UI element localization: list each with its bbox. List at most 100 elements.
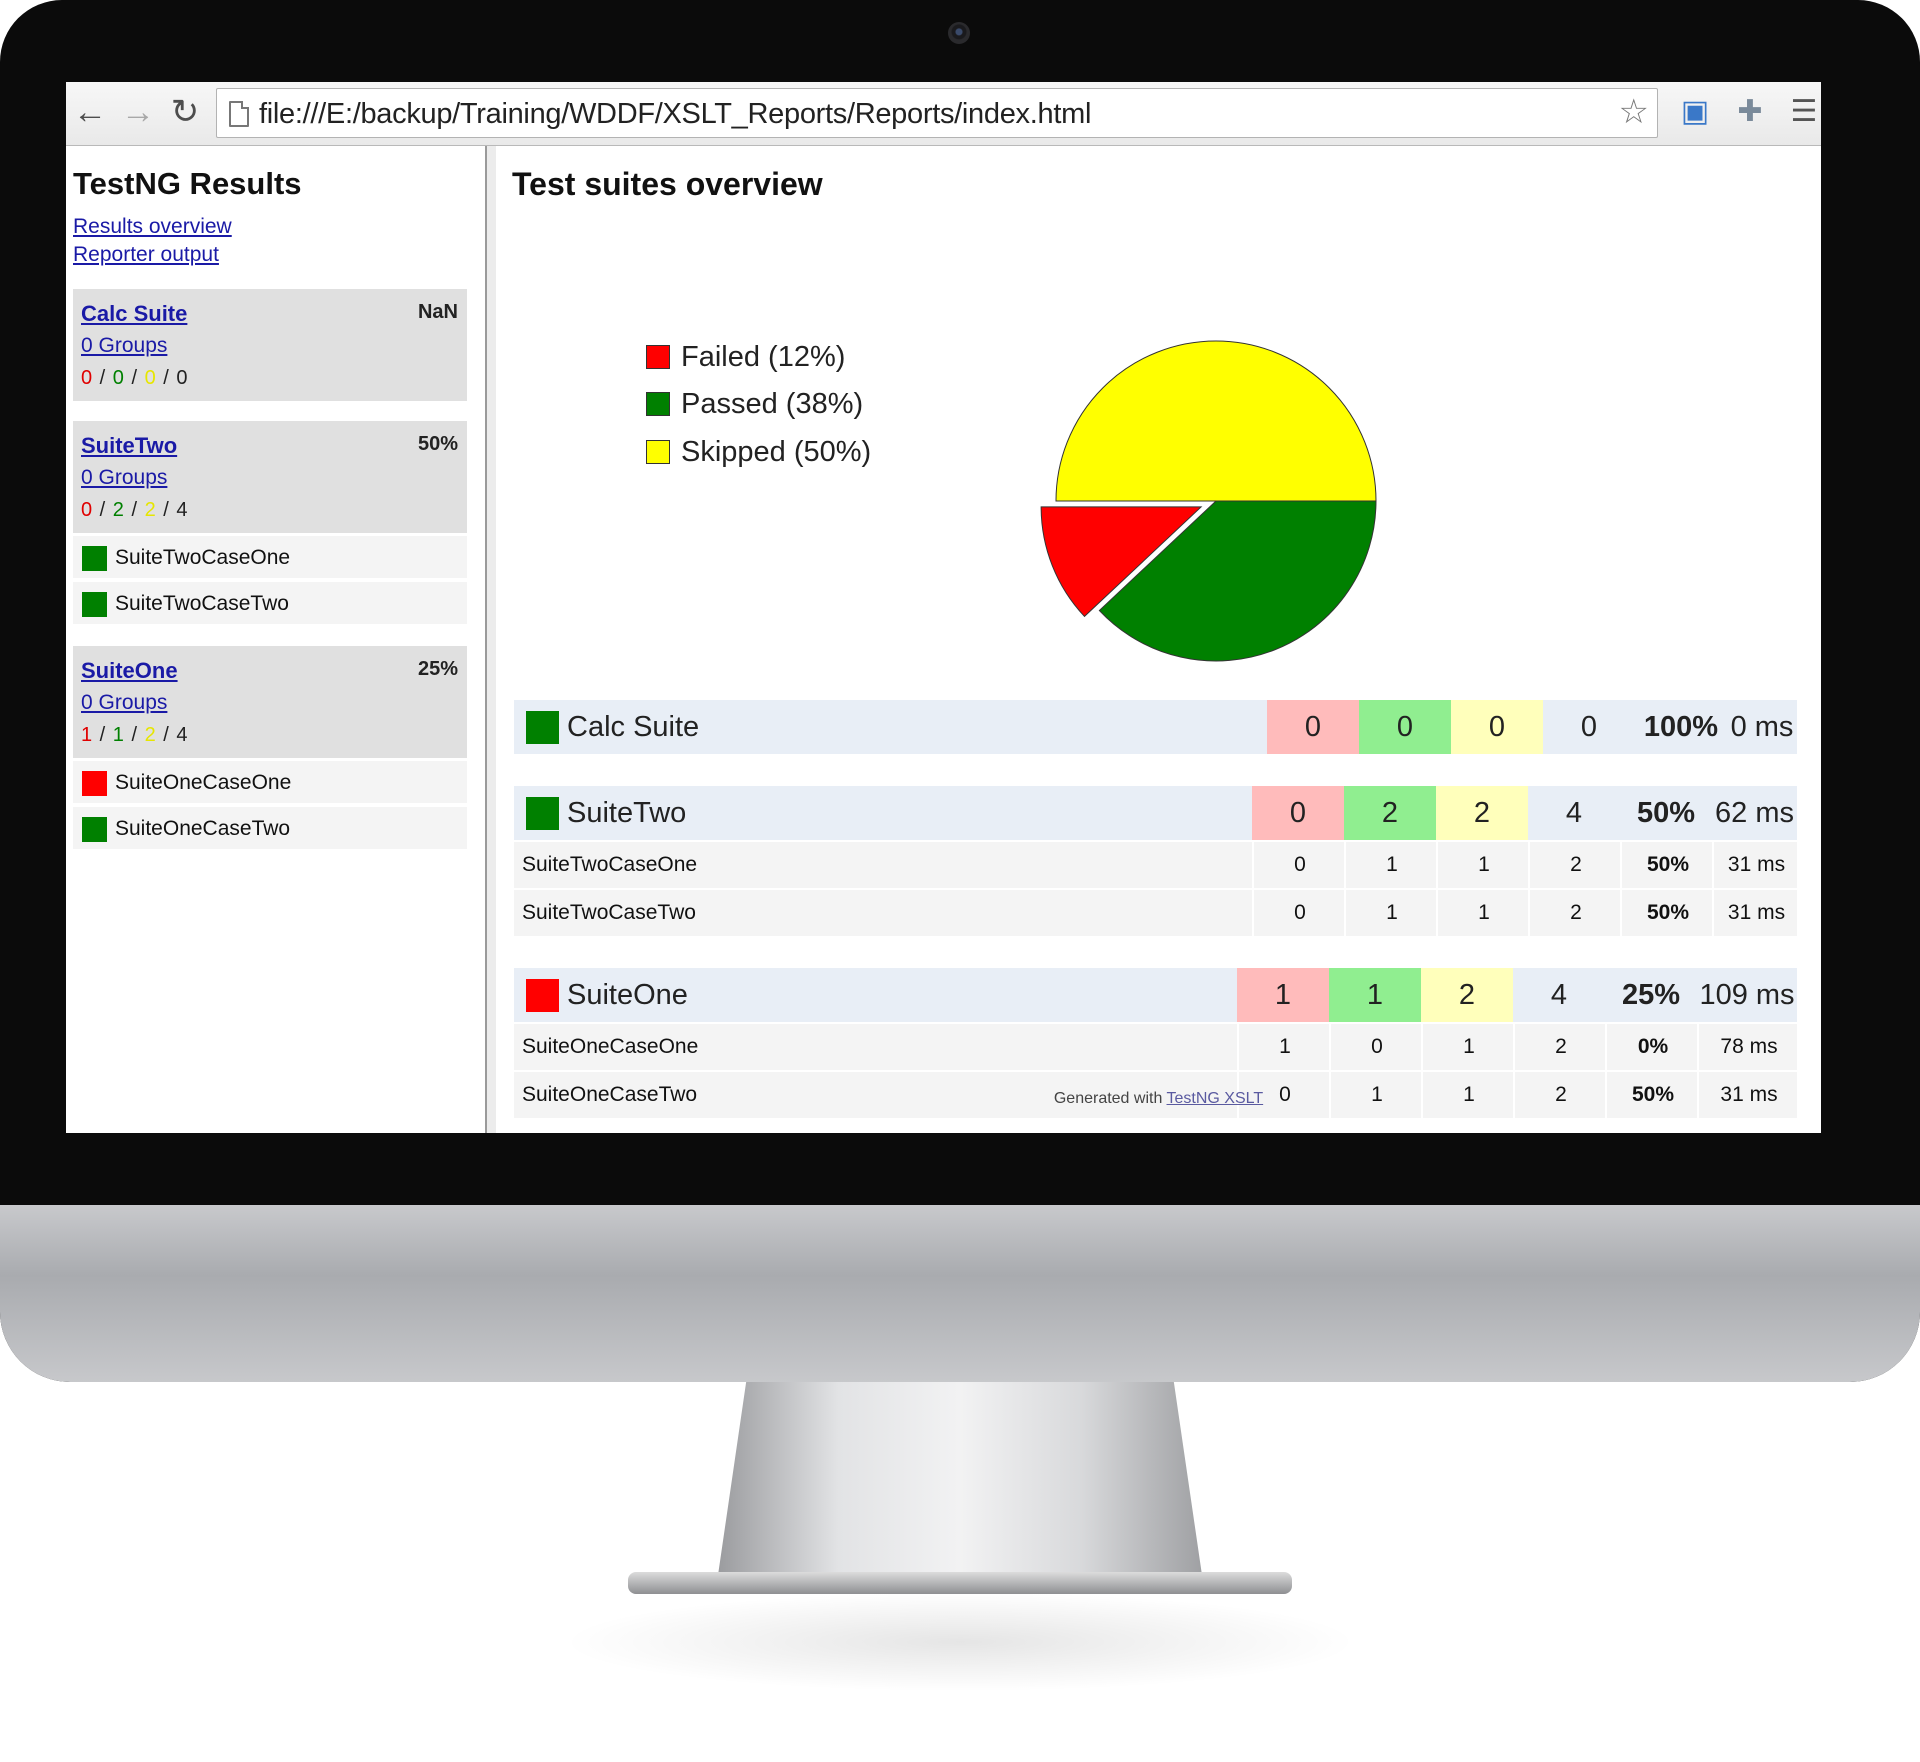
failed-cell: 1 — [1237, 968, 1329, 1022]
skipped-count: 0 — [144, 367, 157, 389]
percent-cell: 50% — [1620, 890, 1714, 936]
reporter-output-link[interactable]: Reporter output — [73, 243, 219, 267]
total-cell: 2 — [1528, 890, 1622, 936]
monitor-chin — [0, 1205, 1920, 1382]
monitor-bezel: ← → ↻ file:///E:/backup/Training/WDDF/XS… — [0, 0, 1920, 1382]
sidebar-case-row[interactable]: SuiteOneCaseOne — [73, 761, 467, 803]
sidebar-case-row[interactable]: SuiteOneCaseTwo — [73, 807, 467, 849]
percent-cell: 50% — [1636, 796, 1696, 829]
sidebar-suite-two: SuiteTwo 50% 0 Groups 0 / 2 / 2 / 4 — [73, 421, 467, 533]
suite-label: Calc Suite — [526, 700, 699, 754]
groups-link[interactable]: 0 Groups — [81, 691, 167, 715]
table-suite-row[interactable]: Calc Suite 0 0 0 0 100% 0 ms — [514, 700, 1797, 754]
sidebar-title: TestNG Results — [73, 166, 302, 201]
skipped-count: 2 — [144, 724, 157, 746]
passed-status-icon — [82, 592, 107, 617]
suite-percent: 50% — [417, 433, 458, 455]
total-count: 4 — [176, 499, 189, 521]
groups-link[interactable]: 0 Groups — [81, 334, 167, 358]
suite-name: SuiteOne — [567, 978, 688, 1011]
case-name: SuiteTwoCaseOne — [115, 546, 291, 569]
suite-counts: 0 / 0 / 0 / 0 — [81, 367, 189, 389]
failed-count: 0 — [81, 499, 94, 521]
time-cell: 31 ms — [1712, 890, 1799, 936]
failed-count: 0 — [81, 367, 94, 389]
legend-label: Skipped (50%) — [681, 436, 872, 468]
table-case-row[interactable]: SuiteOneCaseOne 1 0 1 2 0% 78 ms — [514, 1024, 1797, 1070]
skipped-cell: 0 — [1451, 700, 1543, 754]
failed-cell: 0 — [1252, 786, 1344, 840]
page-title: Test suites overview — [512, 166, 823, 202]
time-cell: 0 ms — [1730, 710, 1794, 743]
failed-status-icon — [526, 978, 559, 1012]
groups-link[interactable]: 0 Groups — [81, 466, 167, 490]
legend-swatch — [646, 440, 670, 464]
monitor-stand — [717, 1382, 1203, 1582]
passed-cell: 0 — [1329, 1024, 1423, 1070]
total-cell: 4 — [1528, 786, 1620, 840]
suite-name: SuiteTwo — [567, 796, 687, 829]
total-cell: 4 — [1513, 968, 1605, 1022]
bookmark-star-icon[interactable]: ☆ — [1619, 93, 1649, 131]
extension-window-icon[interactable]: ▣ — [1675, 92, 1715, 132]
suite-percent: 25% — [417, 658, 458, 680]
main-panel: Test suites overview Failed (12%) Passed… — [496, 146, 1821, 1133]
sidebar-case-row[interactable]: SuiteTwoCaseOne — [73, 536, 467, 578]
time-cell: 78 ms — [1697, 1024, 1799, 1070]
passed-status-icon — [82, 546, 107, 571]
passed-cell: 1 — [1344, 890, 1438, 936]
sidebar-case-row[interactable]: SuiteTwoCaseTwo — [73, 582, 467, 624]
menu-icon[interactable]: ☰ — [1784, 92, 1821, 132]
suite-name: Calc Suite — [567, 710, 700, 743]
address-bar[interactable]: file:///E:/backup/Training/WDDF/XSLT_Rep… — [216, 88, 1658, 138]
failed-cell: 0 — [1252, 890, 1346, 936]
legend-swatch — [646, 392, 670, 416]
table-suite-row[interactable]: SuiteOne 1 1 2 4 25% 109 ms — [514, 968, 1797, 1022]
sidebar-suite-calc: Calc Suite NaN 0 Groups 0 / 0 / 0 / 0 — [73, 289, 467, 401]
skipped-cell: 1 — [1421, 1024, 1515, 1070]
extension-puzzle-icon[interactable]: ✚ — [1730, 92, 1770, 132]
passed-cell: 1 — [1344, 842, 1438, 888]
suite-percent: NaN — [417, 301, 458, 323]
footer: Generated with TestNG XSLT — [496, 1090, 1821, 1108]
testng-xslt-link[interactable]: TestNG XSLT — [1167, 1090, 1264, 1107]
percent-cell: 50% — [1620, 842, 1714, 888]
time-cell: 109 ms — [1699, 978, 1795, 1011]
total-cell: 0 — [1543, 700, 1635, 754]
suite-counts: 1 / 1 / 2 / 4 — [81, 724, 189, 746]
results-overview-link[interactable]: Results overview — [73, 215, 232, 239]
skipped-cell: 1 — [1436, 842, 1530, 888]
back-arrow-icon[interactable]: ← — [70, 92, 110, 132]
passed-count: 0 — [112, 367, 125, 389]
table-suite-row[interactable]: SuiteTwo 0 2 2 4 50% 62 ms — [514, 786, 1797, 840]
suite-link[interactable]: SuiteOne — [81, 658, 178, 684]
passed-cell: 0 — [1359, 700, 1451, 754]
suite-label: SuiteTwo — [526, 786, 686, 840]
time-cell: 62 ms — [1715, 796, 1794, 829]
footer-text: Generated with — [1053, 1090, 1163, 1107]
table-case-row[interactable]: SuiteTwoCaseOne 0 1 1 2 50% 31 ms — [514, 842, 1797, 888]
failed-cell: 0 — [1267, 700, 1359, 754]
total-count: 4 — [176, 724, 189, 746]
passed-cell: 2 — [1344, 786, 1436, 840]
percent-cell: 25% — [1621, 978, 1681, 1011]
reload-icon[interactable]: ↻ — [165, 92, 205, 132]
sidebar-suite-one: SuiteOne 25% 0 Groups 1 / 1 / 2 / 4 — [73, 646, 467, 758]
suite-link[interactable]: SuiteTwo — [81, 433, 177, 459]
case-name: SuiteTwoCaseOne — [522, 853, 698, 876]
total-count: 0 — [176, 367, 189, 389]
browser-window: ← → ↻ file:///E:/backup/Training/WDDF/XS… — [66, 82, 1821, 1133]
pie-slice-skipped — [1055, 340, 1377, 502]
stand-shadow — [560, 1592, 1360, 1692]
case-name: SuiteTwoCaseTwo — [522, 901, 696, 924]
table-case-row[interactable]: SuiteTwoCaseTwo 0 1 1 2 50% 31 ms — [514, 890, 1797, 936]
case-name: SuiteOneCaseOne — [522, 1035, 699, 1058]
legend-label: Failed (12%) — [681, 341, 846, 373]
passed-status-icon — [526, 710, 559, 744]
suite-link[interactable]: Calc Suite — [81, 301, 187, 327]
camera-icon — [948, 22, 970, 44]
passed-count: 1 — [112, 724, 125, 746]
forward-arrow-icon[interactable]: → — [118, 92, 158, 132]
url-text: file:///E:/backup/Training/WDDF/XSLT_Rep… — [259, 98, 1092, 130]
skipped-cell: 2 — [1436, 786, 1528, 840]
